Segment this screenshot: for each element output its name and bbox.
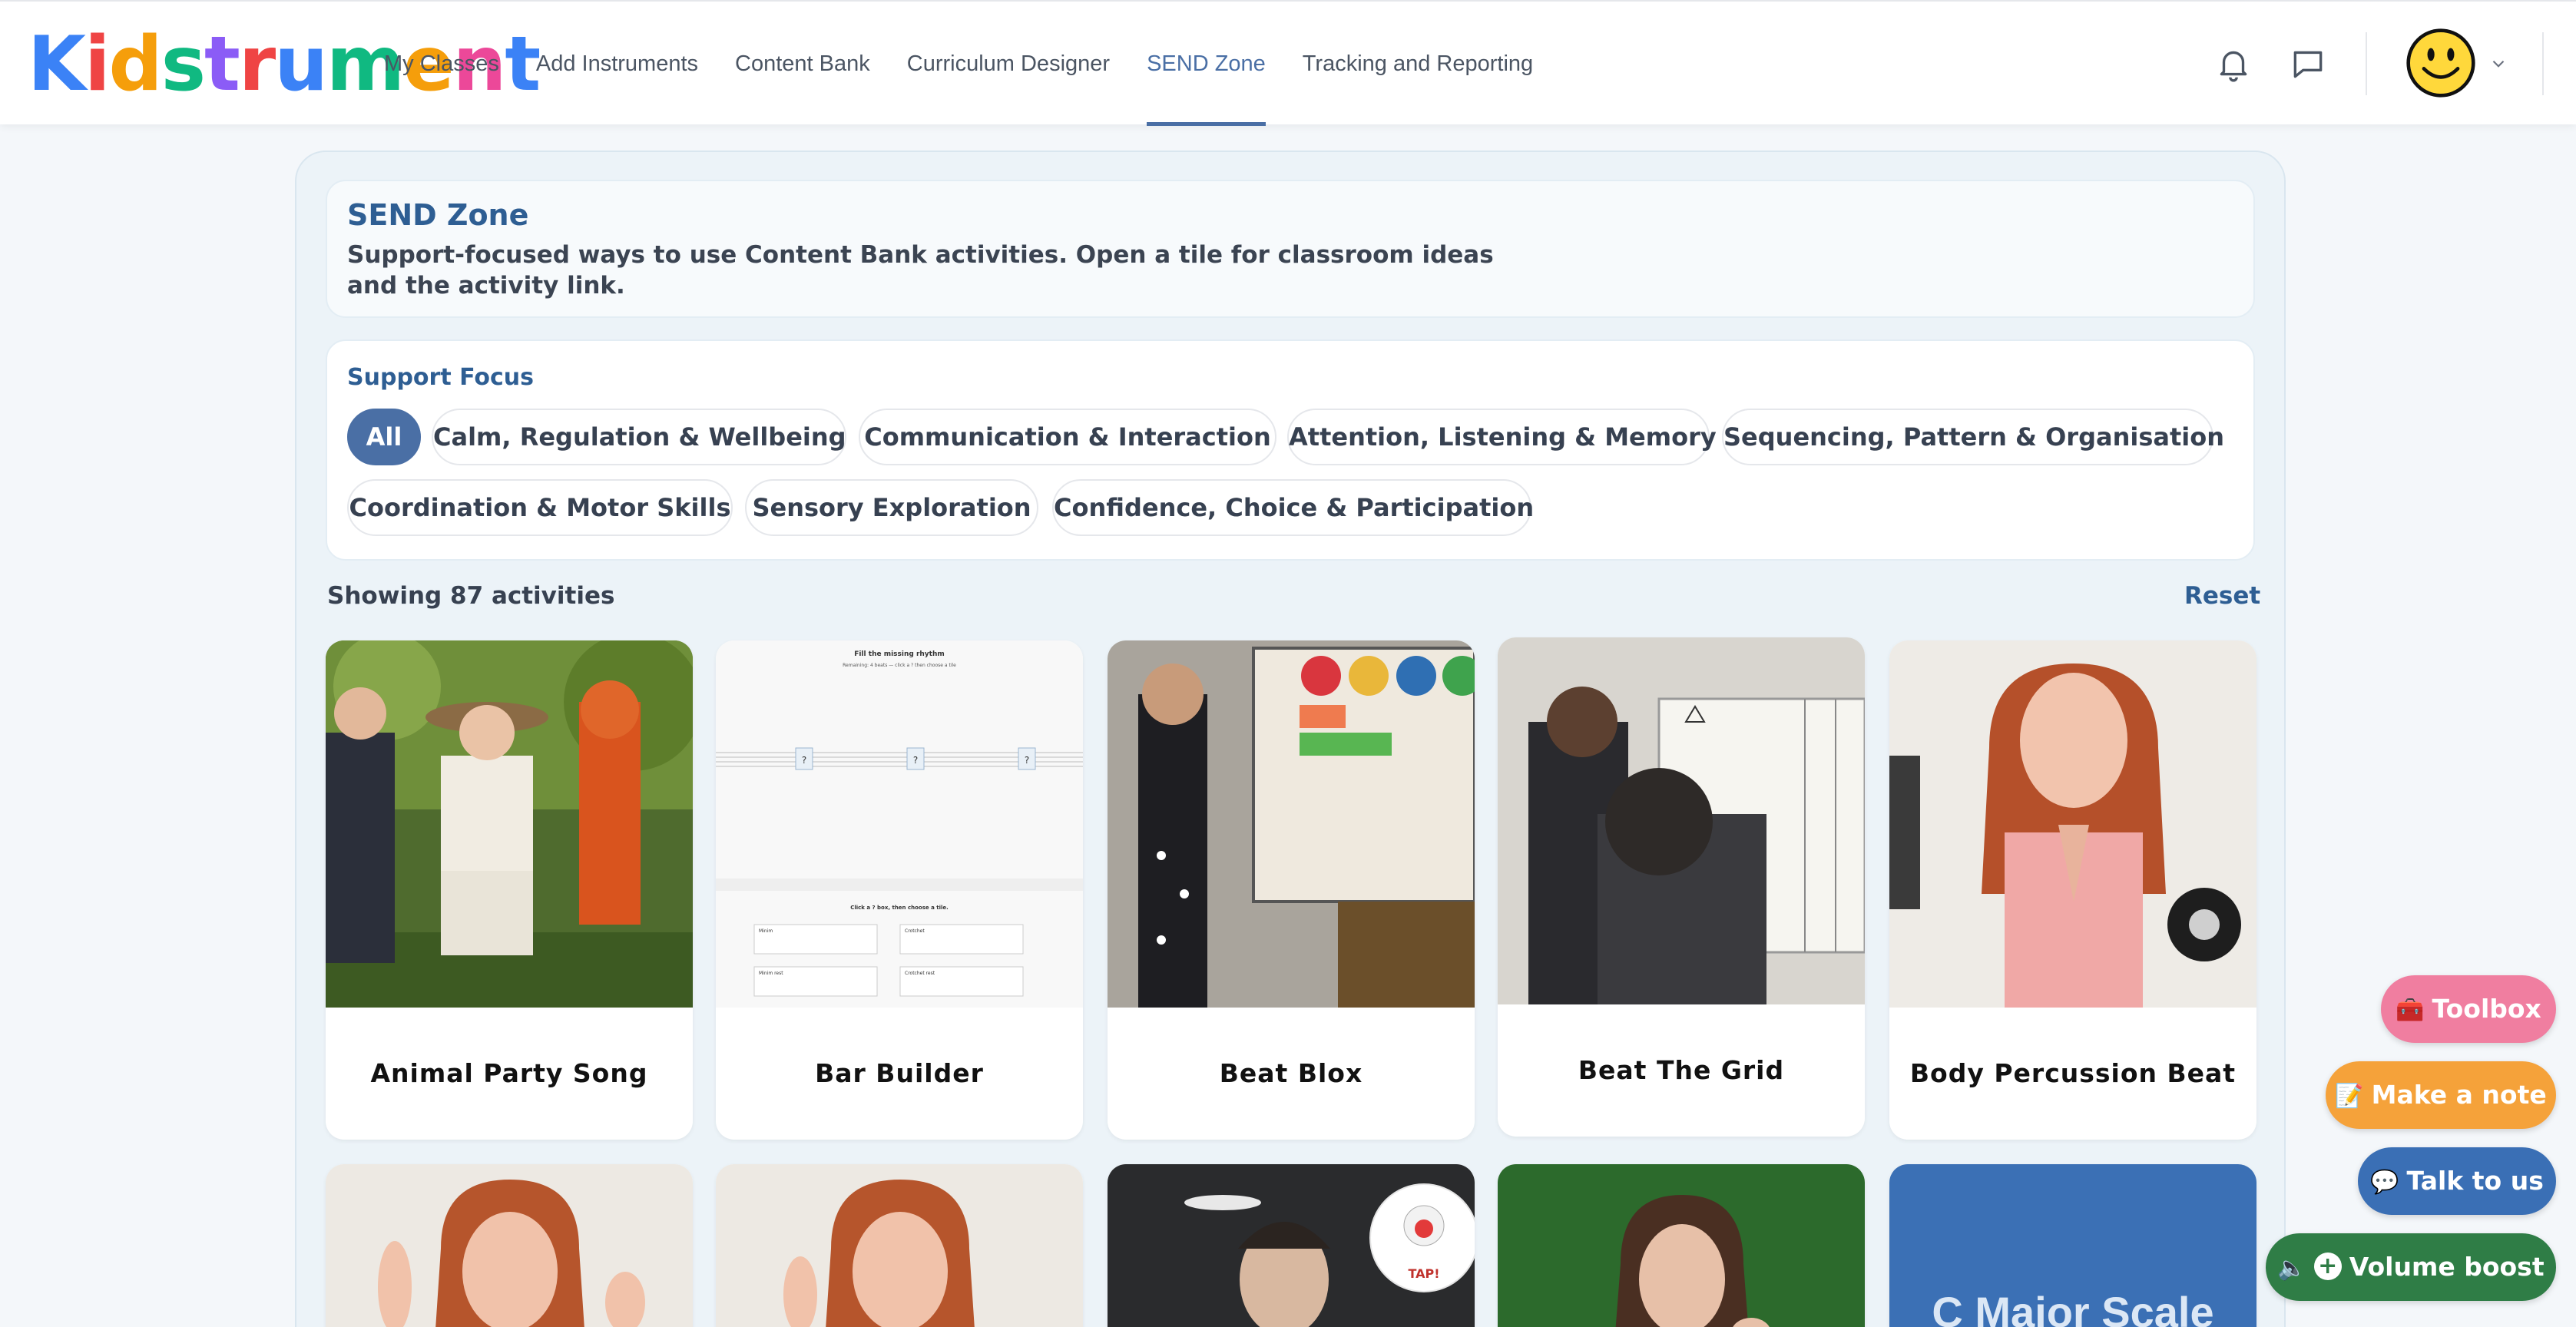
support-focus-title: Support Focus bbox=[347, 364, 534, 391]
tile-title: C Major Scale bbox=[1932, 1288, 2214, 1327]
top-navbar: Kidstrument My Classes Add Instruments C… bbox=[0, 0, 2576, 126]
chevron-down-icon[interactable] bbox=[2488, 54, 2508, 74]
chip-sensory-exploration[interactable]: Sensory Exploration bbox=[745, 479, 1038, 536]
nav-divider bbox=[2366, 32, 2367, 95]
nav-tracking-reporting[interactable]: Tracking and Reporting bbox=[1303, 2, 1533, 126]
plus-circle-icon: + bbox=[2313, 1252, 2342, 1280]
activity-tile[interactable] bbox=[716, 1164, 1083, 1327]
logo-letter: t bbox=[204, 21, 240, 108]
tile-title: Body Percussion Beat bbox=[1909, 1058, 2237, 1088]
tile-thumbnail bbox=[1108, 640, 1475, 1008]
tile-thumbnail bbox=[716, 1164, 1083, 1327]
make-note-button[interactable]: 📝 Make a note bbox=[2326, 1061, 2556, 1129]
tile-title: Animal Party Song bbox=[370, 1058, 648, 1088]
reset-link[interactable]: Reset bbox=[2184, 582, 2260, 610]
tap-badge: TAP! bbox=[1408, 1266, 1439, 1281]
activity-tile[interactable]: Beat The Grid bbox=[1498, 637, 1865, 1137]
chip-calm-regulation[interactable]: Calm, Regulation & Wellbeing bbox=[432, 409, 846, 465]
svg-text:?: ? bbox=[913, 755, 918, 766]
bar-builder-heading: Fill the missing rhythm bbox=[854, 650, 945, 658]
nav-add-instruments[interactable]: Add Instruments bbox=[536, 2, 698, 126]
bell-icon[interactable] bbox=[2214, 45, 2253, 83]
chip-attention-listening[interactable]: Attention, Listening & Memory bbox=[1287, 409, 1717, 465]
logo-letter: i bbox=[84, 21, 111, 108]
chat-icon[interactable] bbox=[2289, 45, 2327, 83]
logo-letter: K bbox=[28, 21, 86, 108]
logo-letter: r bbox=[238, 21, 276, 108]
chip-coordination-motor[interactable]: Coordination & Motor Skills bbox=[347, 479, 733, 536]
svg-text:?: ? bbox=[1025, 755, 1029, 766]
tile-thumbnail bbox=[1889, 640, 2256, 1008]
logo-letter: s bbox=[161, 21, 206, 108]
logo-letter: d bbox=[108, 21, 163, 108]
tile-thumbnail bbox=[1498, 1164, 1865, 1327]
activity-tile[interactable]: Animal Party Song bbox=[326, 640, 693, 1140]
svg-text:Minim rest: Minim rest bbox=[759, 971, 783, 976]
svg-text:Crotchet: Crotchet bbox=[905, 928, 925, 934]
support-focus-card: Support Focus All Calm, Regulation & Wel… bbox=[326, 339, 2255, 561]
activity-tile[interactable]: TAP! bbox=[1108, 1164, 1475, 1327]
speech-bubble-icon: 💬 bbox=[2370, 1169, 2399, 1196]
hero-card: SEND Zone Support-focused ways to use Co… bbox=[326, 180, 2255, 318]
nav-divider-right bbox=[2542, 32, 2544, 95]
note-icon: 📝 bbox=[2335, 1083, 2364, 1110]
tile-title: Beat Blox bbox=[1219, 1058, 1363, 1088]
chip-sequencing-pattern[interactable]: Sequencing, Pattern & Organisation bbox=[1722, 409, 2224, 465]
chip-all[interactable]: All bbox=[347, 409, 421, 465]
page-description: Support-focused ways to use Content Bank… bbox=[347, 241, 1494, 299]
speaker-icon: 🔈 bbox=[2277, 1255, 2306, 1282]
activity-tile[interactable]: Fill the missing rhythm Remaining: 4 bea… bbox=[716, 640, 1083, 1140]
toolbox-icon: 🧰 bbox=[2396, 997, 2425, 1024]
results-count: Showing 87 activities bbox=[327, 582, 615, 610]
toolbox-button[interactable]: 🧰 Toolbox bbox=[2381, 975, 2556, 1043]
bar-builder-sub: Remaining: 4 beats — click a ? then choo… bbox=[843, 663, 956, 668]
tile-title: Beat The Grid bbox=[1578, 1055, 1785, 1085]
tile-thumbnail: Fill the missing rhythm Remaining: 4 bea… bbox=[716, 640, 1083, 1008]
volume-boost-button[interactable]: 🔈 + Volume boost bbox=[2266, 1233, 2556, 1301]
activity-tile[interactable]: Beat Blox bbox=[1108, 640, 1475, 1140]
activity-tile[interactable] bbox=[1498, 1164, 1865, 1327]
activity-tile[interactable] bbox=[326, 1164, 693, 1327]
tile-title: Bar Builder bbox=[815, 1058, 984, 1088]
avatar[interactable] bbox=[2405, 28, 2476, 98]
chip-confidence-choice[interactable]: Confidence, Choice & Participation bbox=[1052, 479, 1534, 536]
chip-communication[interactable]: Communication & Interaction bbox=[859, 409, 1276, 465]
logo-letter: u bbox=[274, 21, 328, 108]
main-nav: My Classes Add Instruments Content Bank … bbox=[384, 2, 1570, 126]
tile-thumbnail bbox=[326, 1164, 693, 1327]
activity-tile[interactable]: Body Percussion Beat bbox=[1889, 640, 2256, 1140]
page-title: SEND Zone bbox=[347, 198, 529, 232]
tile-thumbnail bbox=[326, 640, 693, 1008]
talk-to-us-button[interactable]: 💬 Talk to us bbox=[2358, 1147, 2556, 1215]
svg-text:Minim: Minim bbox=[759, 928, 773, 934]
svg-text:Crotchet rest: Crotchet rest bbox=[905, 971, 935, 976]
bar-builder-instruction: Click a ? box, then choose a tile. bbox=[850, 905, 949, 911]
svg-text:?: ? bbox=[802, 755, 806, 766]
tile-thumbnail: TAP! bbox=[1108, 1164, 1475, 1327]
nav-send-zone[interactable]: SEND Zone bbox=[1147, 2, 1266, 126]
nav-curriculum-designer[interactable]: Curriculum Designer bbox=[907, 2, 1110, 126]
nav-my-classes[interactable]: My Classes bbox=[384, 2, 499, 126]
activity-tile[interactable]: C Major Scale bbox=[1889, 1164, 2256, 1327]
nav-content-bank[interactable]: Content Bank bbox=[735, 2, 870, 126]
tile-thumbnail bbox=[1498, 637, 1865, 1004]
